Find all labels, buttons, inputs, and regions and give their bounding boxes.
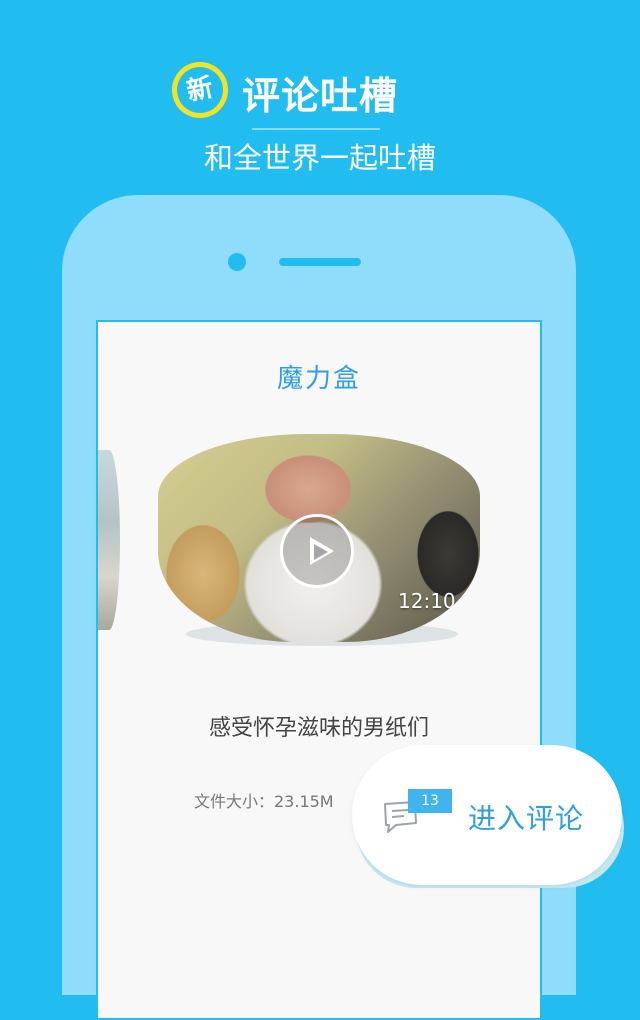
promo-header: 新 评论吐槽 和全世界一起吐槽 bbox=[0, 0, 640, 190]
video-thumbnail[interactable]: 12:10 bbox=[158, 434, 480, 642]
video-caption: 感受怀孕滋味的男纸们 bbox=[208, 716, 429, 741]
enter-comments-button[interactable]: 13 进入评论 bbox=[352, 745, 622, 885]
new-badge: 新 bbox=[166, 56, 234, 124]
promo-subtitle: 和全世界一起吐槽 bbox=[203, 141, 436, 175]
video-duration: 12:10 bbox=[398, 589, 456, 613]
comment-count-badge: 13 bbox=[408, 789, 452, 813]
promo-title: 评论吐槽 bbox=[242, 74, 399, 118]
title-underline bbox=[252, 128, 380, 130]
previous-video-card[interactable] bbox=[98, 450, 120, 630]
screen-title: 魔力盒 bbox=[276, 364, 361, 394]
play-icon[interactable] bbox=[280, 514, 354, 588]
file-size-label: 文件大小：23.15M bbox=[194, 792, 334, 811]
phone-screen: 魔力盒 12:10 感受怀孕滋味的男纸们 文件大小：23.15M bbox=[96, 320, 542, 1020]
enter-comments-label: 进入评论 bbox=[468, 802, 585, 835]
phone-speaker bbox=[279, 258, 361, 266]
phone-camera bbox=[228, 253, 246, 271]
